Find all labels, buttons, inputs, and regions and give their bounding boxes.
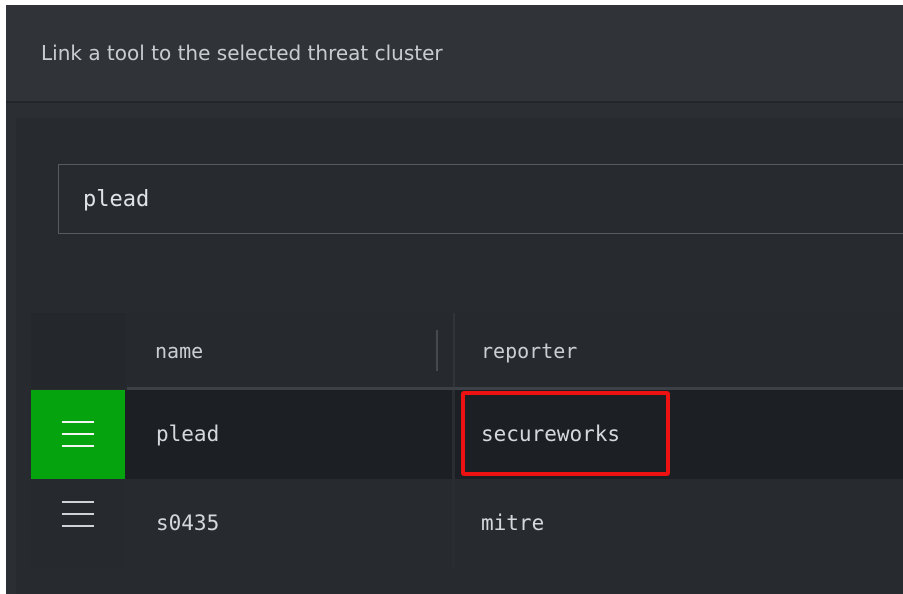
table-row[interactable]: s0435 mitre: [31, 479, 903, 568]
header-handle-cell: [31, 313, 126, 389]
table-row[interactable]: plead secureworks: [31, 390, 903, 479]
hamburger-icon[interactable]: [31, 479, 125, 568]
column-header-name[interactable]: name: [127, 313, 452, 389]
column-header-reporter[interactable]: reporter: [453, 313, 903, 389]
table-header: name reporter: [31, 313, 903, 390]
cell-name[interactable]: s0435: [127, 479, 452, 568]
cell-name[interactable]: plead: [127, 390, 452, 479]
dialog-content: name reporter plead secureworks: [16, 118, 903, 594]
cell-reporter[interactable]: secureworks: [455, 390, 903, 479]
search-input[interactable]: [58, 164, 903, 234]
cell-reporter[interactable]: mitre: [455, 479, 903, 568]
dialog-title: Link a tool to the selected threat clust…: [41, 41, 443, 65]
link-tool-dialog: Link a tool to the selected threat clust…: [6, 5, 903, 594]
hamburger-icon[interactable]: [31, 390, 125, 479]
dialog-header: Link a tool to the selected threat clust…: [6, 5, 903, 103]
column-resize-handle[interactable]: [436, 330, 438, 371]
